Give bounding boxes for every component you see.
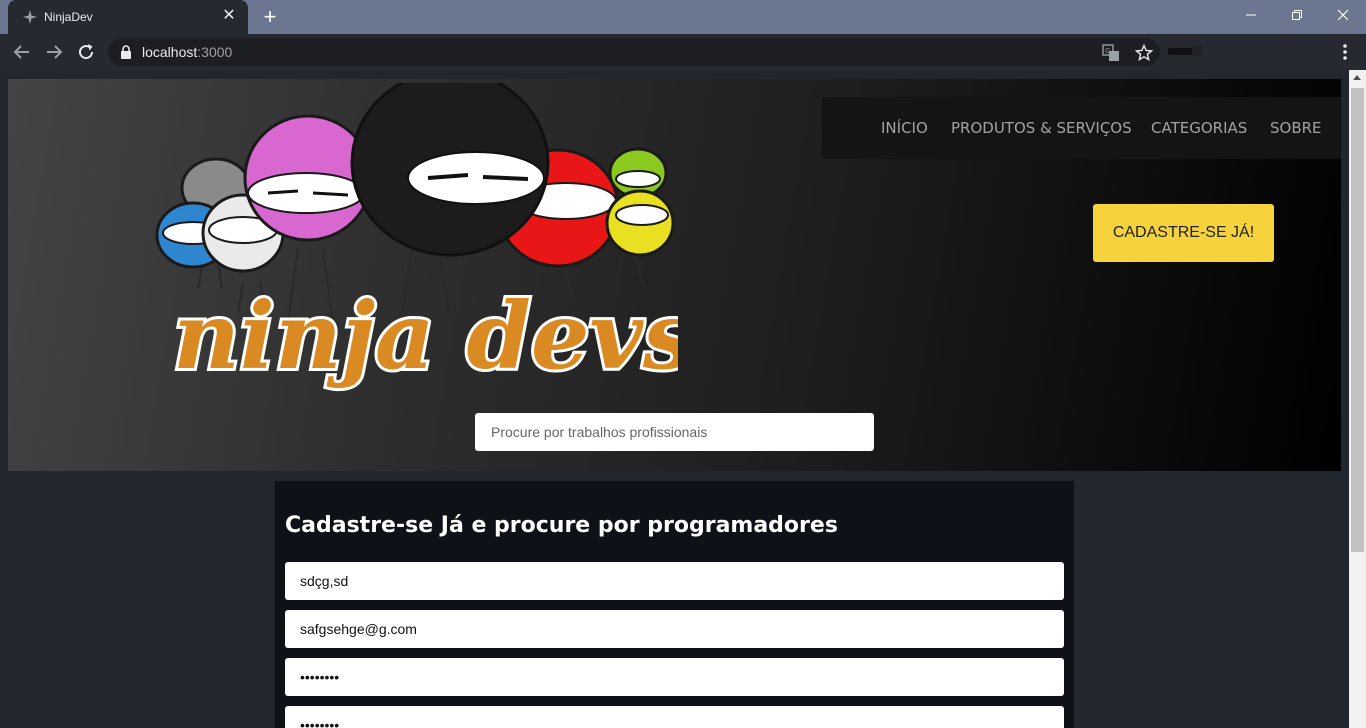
nav-link-produtos-servicos[interactable]: PRODUTOS & SERVIÇOS bbox=[951, 119, 1132, 137]
logo-text: ninja devs bbox=[173, 282, 678, 390]
page-viewport: ninja devs INÍCIO PRODUTOS & SERVIÇOS CA… bbox=[0, 70, 1349, 728]
lock-icon bbox=[121, 45, 131, 59]
star-icon[interactable] bbox=[1135, 44, 1153, 62]
svg-text:G: G bbox=[1105, 48, 1110, 55]
browser-toolbar: localhost:3000 G bbox=[0, 34, 1366, 70]
tab-close-icon[interactable]: ✕ bbox=[220, 7, 238, 25]
signup-form-panel: Cadastre-se Já e procure por programador… bbox=[275, 481, 1074, 728]
main-nav: INÍCIO PRODUTOS & SERVIÇOS CATEGORIAS SO… bbox=[822, 97, 1341, 159]
password-field-wrapper bbox=[285, 658, 1064, 696]
search-box bbox=[475, 413, 874, 451]
restore-icon[interactable] bbox=[1274, 0, 1320, 30]
scroll-up-arrow-icon[interactable] bbox=[1353, 75, 1361, 80]
minimize-icon[interactable] bbox=[1228, 0, 1274, 30]
address-bar[interactable]: localhost:3000 G bbox=[108, 38, 1160, 66]
url-text: localhost:3000 bbox=[142, 44, 233, 60]
scrollbar-thumb[interactable] bbox=[1351, 88, 1364, 552]
close-window-icon[interactable] bbox=[1320, 0, 1366, 30]
search-input[interactable] bbox=[475, 413, 874, 451]
arrow-right-icon[interactable] bbox=[42, 40, 66, 64]
confirm-password-field-wrapper bbox=[285, 706, 1064, 728]
name-field[interactable] bbox=[285, 562, 1064, 600]
name-field-wrapper bbox=[285, 562, 1064, 600]
nav-link-inicio[interactable]: INÍCIO bbox=[881, 119, 928, 137]
tab-title: NinjaDev bbox=[44, 10, 93, 24]
form-title: Cadastre-se Já e procure por programador… bbox=[285, 513, 838, 538]
hero-banner: ninja devs INÍCIO PRODUTOS & SERVIÇOS CA… bbox=[8, 79, 1341, 471]
nav-link-categorias[interactable]: CATEGORIAS bbox=[1151, 119, 1247, 137]
confirm-password-field[interactable] bbox=[285, 706, 1064, 728]
page-scrollbar[interactable] bbox=[1349, 70, 1366, 728]
browser-tab[interactable]: NinjaDev ✕ bbox=[8, 0, 248, 34]
new-tab-button[interactable]: + bbox=[258, 5, 282, 29]
reload-icon[interactable] bbox=[74, 40, 98, 64]
password-field[interactable] bbox=[285, 658, 1064, 696]
email-field[interactable] bbox=[285, 610, 1064, 648]
ninja-devs-logo: ninja devs bbox=[155, 83, 678, 393]
signup-cta-button[interactable]: CADASTRE-SE JÁ! bbox=[1093, 204, 1274, 262]
extension-icon[interactable] bbox=[1168, 44, 1202, 58]
browser-tab-strip: NinjaDev ✕ + bbox=[0, 0, 1366, 34]
email-field-wrapper bbox=[285, 610, 1064, 648]
nav-link-sobre[interactable]: SOBRE bbox=[1270, 119, 1322, 137]
ninja-favicon-icon bbox=[23, 10, 37, 24]
kebab-menu-icon[interactable] bbox=[1336, 40, 1354, 64]
arrow-left-icon[interactable] bbox=[10, 40, 34, 64]
translate-icon[interactable]: G bbox=[1102, 44, 1120, 62]
